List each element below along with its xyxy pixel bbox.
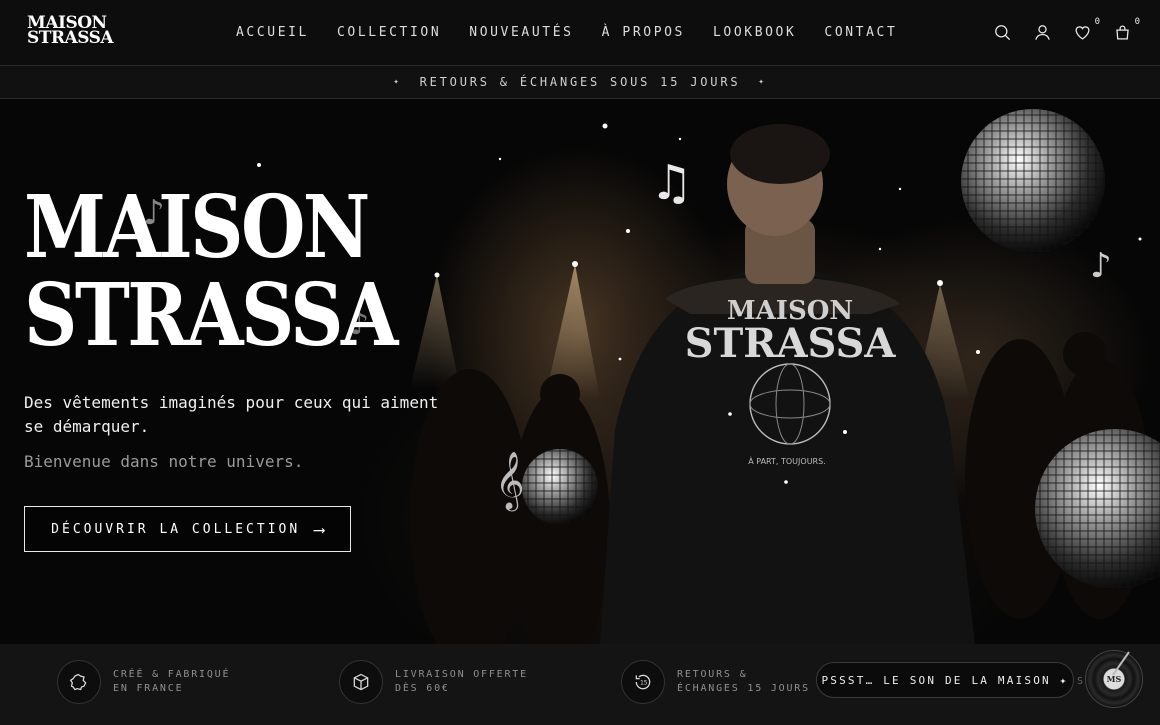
- music-toggle-button[interactable]: PSSST… LE SON DE LA MAISON ✦: [816, 662, 1074, 698]
- star-icon: ✦: [758, 77, 767, 87]
- france-map-icon: [69, 673, 87, 691]
- arrow-right-icon: ⟶: [314, 519, 324, 539]
- discover-collection-button[interactable]: DÉCOUVRIR LA COLLECTION ⟶: [24, 506, 351, 552]
- svg-text:♫: ♫: [650, 155, 693, 211]
- wishlist-count: 0: [1094, 16, 1100, 27]
- main-nav: ACCUEIL COLLECTION NOUVEAUTÉS À PROPOS L…: [236, 0, 925, 65]
- feature-free-shipping: LIVRAISON OFFERTE DÈS 60€: [339, 660, 535, 704]
- shirt-print-line-2: STRASSA: [685, 320, 897, 367]
- site-header: MAISON STRASSA ACCUEIL COLLECTION NOUVEA…: [0, 0, 1160, 65]
- shopping-bag-icon: [1115, 25, 1129, 40]
- feature-text: CRÉÉ & FABRIQUÉ EN FRANCE: [113, 669, 231, 694]
- cart-button[interactable]: 0: [1102, 13, 1142, 53]
- hero-title-line-2: STRASSA: [24, 265, 398, 366]
- hero-title: MAISON STRASSA: [24, 177, 398, 366]
- brand-logo[interactable]: MAISON STRASSA: [27, 15, 117, 48]
- box-icon: [353, 673, 369, 691]
- announcement-text: RETOURS & ÉCHANGES SOUS 15 JOURS: [419, 75, 741, 89]
- vinyl-player-button[interactable]: MS: [1085, 650, 1143, 708]
- nav-item-contact[interactable]: CONTACT: [824, 25, 897, 40]
- feature-text: LIVRAISON OFFERTE DÈS 60€: [395, 669, 528, 694]
- shirt-tagline: À PART, TOUJOURS.: [748, 455, 825, 466]
- announcement-bar: ✦ RETOURS & ÉCHANGES SOUS 15 JOURS ✦: [0, 65, 1160, 99]
- cta-label: DÉCOUVRIR LA COLLECTION: [51, 521, 301, 537]
- hero-welcome-text: Bienvenue dans notre univers.: [24, 452, 304, 471]
- nav-item-lookbook[interactable]: LOOKBOOK: [713, 25, 796, 40]
- svg-text:𝄞: 𝄞: [495, 451, 525, 512]
- logo-line-2: STRASSA: [27, 28, 114, 48]
- hero-title-line-1: MAISON: [24, 177, 370, 278]
- nav-item-nouveautes[interactable]: NOUVEAUTÉS: [469, 25, 573, 40]
- svg-text:♪: ♪: [1090, 246, 1112, 286]
- nav-item-accueil[interactable]: ACCUEIL: [236, 25, 309, 40]
- overflow-text: S: [1077, 676, 1084, 687]
- heart-icon: [1075, 26, 1089, 40]
- header-actions: 0 0: [982, 0, 1142, 65]
- nav-item-a-propos[interactable]: À PROPOS: [602, 25, 685, 40]
- hero-section: MAISON STRASSA À PART, TOUJOURS. ♫ ♪ ♪ ♪…: [0, 99, 1160, 644]
- returns-15-icon: 15: [635, 674, 651, 690]
- star-icon: ✦: [393, 77, 402, 87]
- svg-text:15: 15: [640, 681, 648, 687]
- vinyl-label: MS: [1106, 674, 1122, 684]
- feature-made-in-france: CRÉÉ & FABRIQUÉ EN FRANCE: [57, 660, 253, 704]
- cart-count: 0: [1134, 16, 1140, 27]
- account-button[interactable]: [1022, 13, 1062, 53]
- feature-returns: 15 RETOURS & ÉCHANGES 15 JOURS: [621, 660, 817, 704]
- search-button[interactable]: [982, 13, 1022, 53]
- feature-text: RETOURS & ÉCHANGES 15 JOURS: [677, 669, 810, 694]
- user-icon: [1034, 25, 1050, 40]
- hero-subtitle: Des vêtements imaginés pour ceux qui aim…: [24, 393, 439, 436]
- nav-item-collection[interactable]: COLLECTION: [337, 25, 441, 40]
- wishlist-button[interactable]: 0: [1062, 13, 1102, 53]
- search-icon: [994, 25, 1010, 41]
